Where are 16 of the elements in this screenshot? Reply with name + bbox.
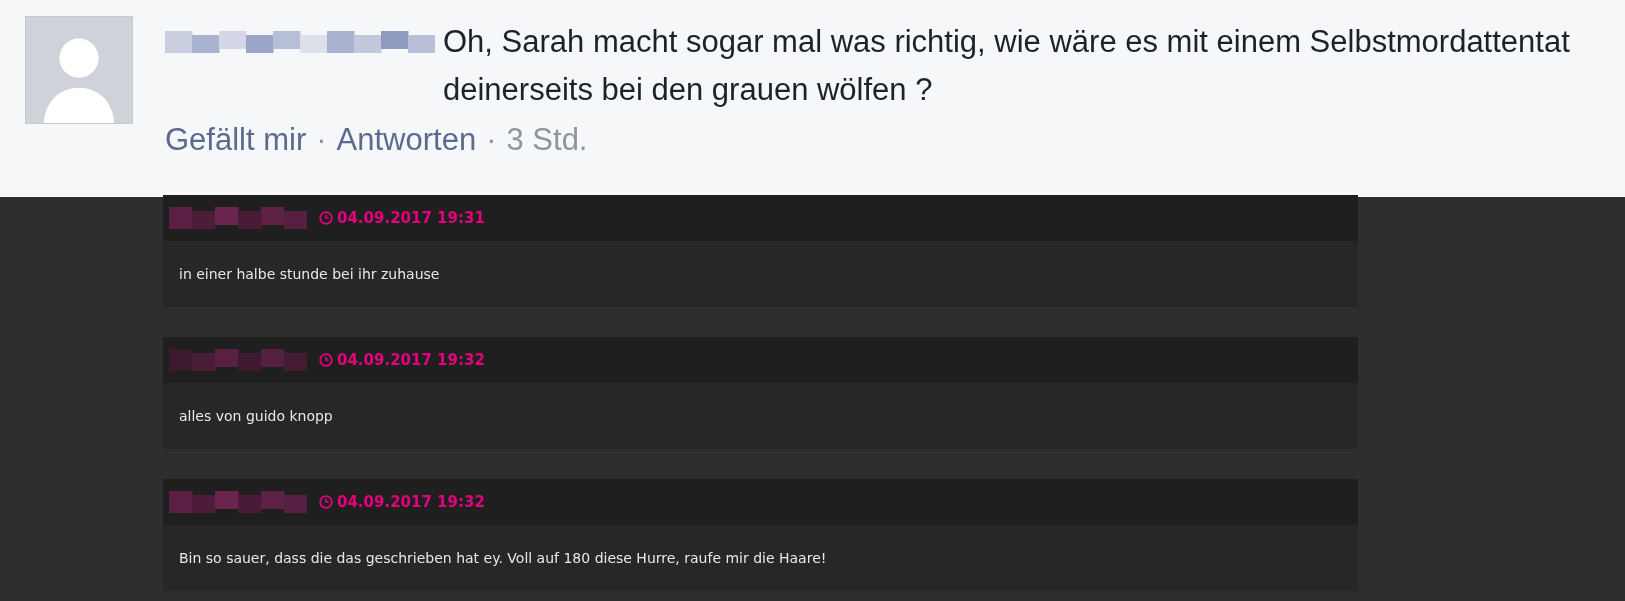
post-timestamp: 04.09.2017 19:32: [337, 493, 485, 511]
avatar-icon: [25, 16, 133, 124]
clock-icon: [319, 211, 333, 225]
clock-icon: [319, 495, 333, 509]
separator-dot: ·: [486, 121, 497, 159]
comment-text: Oh, Sarah macht sogar mal was richtig, wie wäre es mit einem Selbstmordattentat deinerseits bei den grauen wölfen ?: [443, 23, 1571, 109]
clock-icon: [319, 353, 333, 367]
comment-time: 3 Std.: [506, 121, 588, 159]
post-text: in einer halbe stunde bei ihr zuhause: [179, 266, 440, 282]
post-timestamp: 04.09.2017 19:31: [337, 209, 485, 227]
separator-dot: ·: [316, 121, 327, 159]
post-text: alles von guido knopp: [179, 408, 333, 424]
post-timestamp: 04.09.2017 19:32: [337, 351, 485, 369]
action-link[interactable]: Antworten: [336, 114, 477, 166]
post-text: Bin so sauer, dass die das geschrieben hat ey. Voll auf 180 diese Hurre, raufe mir die Haare!: [179, 550, 827, 566]
action-link[interactable]: Gefällt mir: [165, 114, 307, 166]
